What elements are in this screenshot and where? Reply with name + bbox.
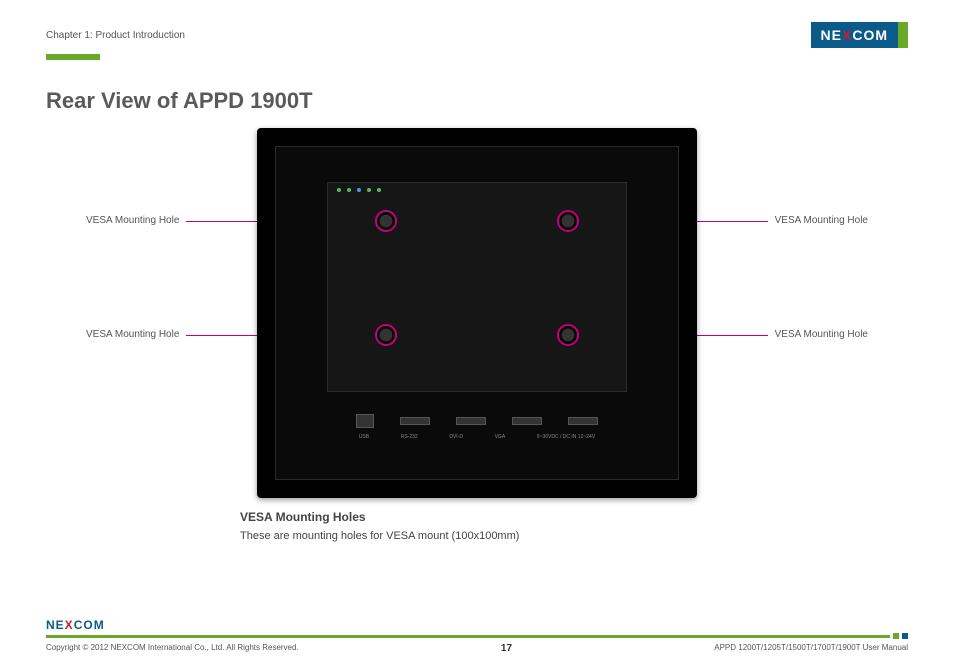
- header: Chapter 1: Product Introduction NEXCOM: [46, 22, 908, 48]
- copyright-text: Copyright © 2012 NEXCOM International Co…: [46, 643, 299, 654]
- vesa-hole-icon: [557, 210, 579, 232]
- port-label: RS-232: [401, 434, 418, 440]
- led-icon: [367, 188, 371, 192]
- footer-logo: NEXCOM: [46, 617, 112, 633]
- led-icon: [377, 188, 381, 192]
- callout-bottom-right: VESA Mounting Hole: [775, 329, 868, 340]
- led-icon: [357, 188, 361, 192]
- led-icon: [347, 188, 351, 192]
- footer-separator: [46, 633, 908, 639]
- center-panel: [327, 182, 627, 392]
- port-dc-icon: [568, 417, 598, 425]
- rear-view-diagram: VESA Mounting Hole VESA Mounting Hole VE…: [46, 128, 908, 498]
- accent-bar: [46, 54, 100, 60]
- port-vga-icon: [512, 417, 542, 425]
- ports-row: [343, 410, 611, 432]
- callout-bottom-left: VESA Mounting Hole: [86, 329, 179, 340]
- port-label: DVI-D: [449, 434, 463, 440]
- page-number: 17: [501, 643, 512, 654]
- port-label: VGA: [495, 434, 506, 440]
- port-labels: USB RS-232 DVI-D VGA 9~36VDC / DC IN 12~…: [343, 434, 611, 440]
- vesa-hole-icon: [375, 210, 397, 232]
- section-text: These are mounting holes for VESA mount …: [240, 530, 908, 542]
- port-label: 9~36VDC / DC IN 12~24V: [537, 434, 595, 440]
- page-title: Rear View of APPD 1900T: [46, 88, 908, 114]
- indicator-leds: [337, 188, 381, 192]
- doc-title: APPD 1200T/1205T/1500T/1700T/1900T User …: [714, 643, 908, 654]
- description-section: VESA Mounting Holes These are mounting h…: [240, 510, 908, 542]
- footer: NEXCOM Copyright © 2012 NEXCOM Internati…: [46, 617, 908, 654]
- callout-top-left: VESA Mounting Hole: [86, 215, 179, 226]
- chapter-label: Chapter 1: Product Introduction: [46, 30, 185, 41]
- section-heading: VESA Mounting Holes: [240, 510, 908, 524]
- device-rear: USB RS-232 DVI-D VGA 9~36VDC / DC IN 12~…: [257, 128, 697, 498]
- port-label: USB: [359, 434, 369, 440]
- led-icon: [337, 188, 341, 192]
- brand-logo: NEXCOM: [811, 22, 908, 48]
- vesa-hole-icon: [557, 324, 579, 346]
- vesa-hole-icon: [375, 324, 397, 346]
- callout-top-right: VESA Mounting Hole: [775, 215, 868, 226]
- port-dvid-icon: [456, 417, 486, 425]
- port-usb-icon: [356, 414, 374, 428]
- port-rs232-icon: [400, 417, 430, 425]
